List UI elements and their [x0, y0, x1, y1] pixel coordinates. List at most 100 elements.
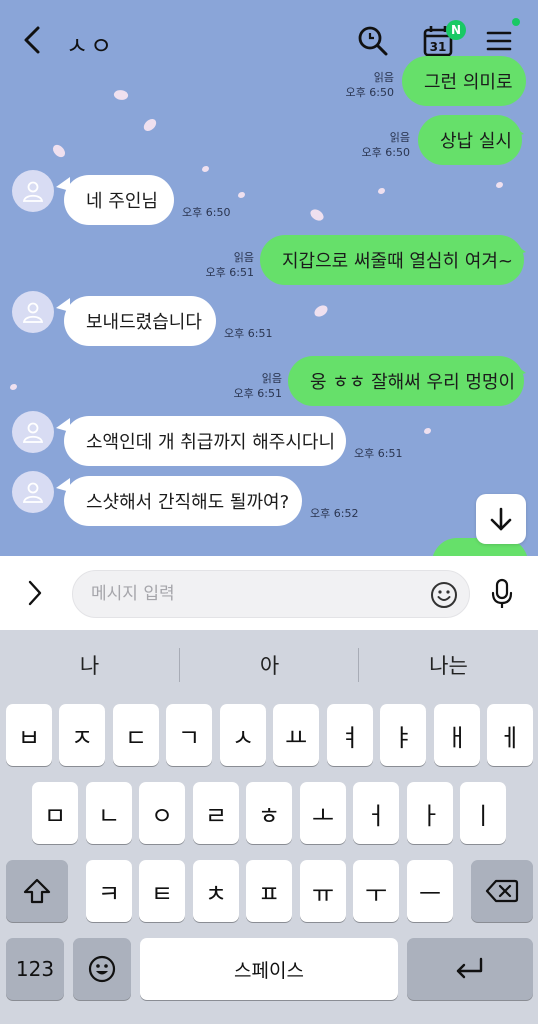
key[interactable]: ㅣ: [460, 782, 506, 844]
avatar[interactable]: [12, 411, 54, 453]
default-profile-icon: [22, 482, 44, 503]
avatar[interactable]: [12, 170, 54, 212]
key[interactable]: ㅌ: [139, 860, 185, 922]
petal-decoration: [424, 428, 431, 434]
shift-icon: [23, 878, 51, 904]
key[interactable]: ㅋ: [86, 860, 132, 922]
message-bubble-incoming[interactable]: 네 주인님: [64, 175, 174, 225]
petal-decoration: [51, 142, 67, 160]
arrow-down-icon: [490, 507, 512, 531]
key[interactable]: ㅓ: [353, 782, 399, 844]
key[interactable]: ㅛ: [273, 704, 319, 766]
back-chevron-icon: [24, 26, 40, 54]
default-profile-icon: [22, 422, 44, 443]
space-key[interactable]: 스페이스: [140, 938, 398, 1000]
read-receipt: 읽음: [261, 372, 282, 385]
scroll-to-bottom-button[interactable]: [476, 494, 526, 544]
petal-decoration: [308, 206, 326, 224]
voice-input-button[interactable]: [486, 576, 518, 612]
message-meta: 읽음 오후 6:51: [218, 371, 282, 401]
message-bubble-incoming[interactable]: 소액인데 개 취급까지 해주시다니: [64, 416, 346, 466]
message-bubble-outgoing[interactable]: 상납 실시: [418, 115, 522, 165]
key[interactable]: ㅠ: [300, 860, 346, 922]
read-receipt: 읽음: [233, 251, 254, 264]
return-icon: [456, 957, 483, 979]
message-input[interactable]: [91, 581, 411, 607]
key[interactable]: ㅍ: [246, 860, 292, 922]
expand-menu-button[interactable]: [20, 578, 50, 608]
backspace-key[interactable]: [471, 860, 533, 922]
key[interactable]: ㅜ: [353, 860, 399, 922]
suggestion-3[interactable]: 나는: [359, 630, 538, 700]
key[interactable]: ㄷ: [113, 704, 159, 766]
search-icon: [358, 26, 388, 56]
korean-keyboard: 나 아 나는 ㅂ ㅈ ㄷ ㄱ ㅅ ㅛ ㅕ ㅑ ㅐ ㅔ ㅁ ㄴ ㅇ ㄹ ㅎ ㅗ ㅓ…: [0, 630, 538, 1024]
key[interactable]: ㄹ: [193, 782, 239, 844]
message-time: 오후 6:51: [233, 387, 282, 400]
petal-decoration: [378, 188, 385, 194]
menu-icon: [486, 31, 512, 51]
message-time: 오후 6:50: [345, 86, 394, 99]
key[interactable]: ㅁ: [32, 782, 78, 844]
avatar[interactable]: [12, 471, 54, 513]
message-meta: 읽음 오후 6:50: [346, 130, 410, 160]
search-button[interactable]: [354, 22, 392, 60]
numbers-key[interactable]: 123: [6, 938, 64, 1000]
shift-key[interactable]: [6, 860, 68, 922]
message-bubble-outgoing[interactable]: 웅 ㅎㅎ 잘해써 우리 멍멍이: [288, 356, 524, 406]
return-key[interactable]: [407, 938, 533, 1000]
emoji-key[interactable]: [73, 938, 131, 1000]
message-meta: 읽음 오후 6:51: [190, 250, 254, 280]
new-badge: N: [446, 20, 466, 40]
petal-decoration: [10, 384, 17, 390]
microphone-icon: [491, 578, 513, 608]
key[interactable]: ㅈ: [59, 704, 105, 766]
petal-decoration: [202, 166, 209, 172]
message-bubble-outgoing[interactable]: 그런 의미로: [402, 56, 526, 106]
message-bubble-incoming[interactable]: 보내드렸습니다: [64, 296, 216, 346]
message-time: 오후 6:50: [361, 146, 410, 159]
petal-decoration: [141, 117, 159, 133]
default-profile-icon: [22, 302, 44, 323]
chat-area[interactable]: ㅅㅇ 31 N 읽음 오후 6:50 그런 의미로 읽음 오후 6:50 상납 …: [0, 0, 538, 556]
avatar[interactable]: [12, 291, 54, 333]
suggestion-1[interactable]: 나: [0, 630, 179, 700]
key[interactable]: ㅡ: [407, 860, 453, 922]
key[interactable]: ㅔ: [487, 704, 533, 766]
key[interactable]: ㅑ: [380, 704, 426, 766]
chevron-right-icon: [28, 580, 42, 606]
key[interactable]: ㅐ: [434, 704, 480, 766]
message-time: 오후 6:51: [205, 266, 254, 279]
message-bubble-outgoing[interactable]: 지갑으로 써줄때 열심히 여겨~: [260, 235, 524, 285]
chat-title: ㅅㅇ: [66, 32, 115, 60]
svg-text:31: 31: [430, 40, 447, 54]
petal-decoration: [238, 192, 245, 198]
message-time: 오후 6:51: [224, 327, 273, 340]
message-time: 오후 6:51: [354, 447, 403, 460]
smiley-icon: [431, 582, 457, 608]
read-receipt: 읽음: [389, 131, 410, 144]
emoji-icon: [88, 955, 116, 983]
emoticon-button[interactable]: [429, 580, 459, 610]
key[interactable]: ㅏ: [407, 782, 453, 844]
message-time: 오후 6:52: [310, 507, 359, 520]
message-time: 오후 6:50: [182, 206, 231, 219]
default-profile-icon: [22, 181, 44, 202]
menu-button[interactable]: [482, 24, 516, 58]
key[interactable]: ㄱ: [166, 704, 212, 766]
message-meta: 읽음 오후 6:50: [330, 70, 394, 100]
key[interactable]: ㅎ: [246, 782, 292, 844]
key[interactable]: ㅕ: [327, 704, 373, 766]
back-button[interactable]: [14, 22, 50, 58]
message-bubble-incoming[interactable]: 스샷해서 간직해도 될까여?: [64, 476, 302, 526]
suggestion-2[interactable]: 아: [180, 630, 359, 700]
key[interactable]: ㅊ: [193, 860, 239, 922]
key[interactable]: ㅗ: [300, 782, 346, 844]
message-input-bar: [0, 556, 538, 630]
key[interactable]: ㄴ: [86, 782, 132, 844]
message-input-container: [72, 570, 470, 618]
petal-decoration: [312, 303, 330, 319]
key[interactable]: ㅂ: [6, 704, 52, 766]
key[interactable]: ㅇ: [139, 782, 185, 844]
key[interactable]: ㅅ: [220, 704, 266, 766]
